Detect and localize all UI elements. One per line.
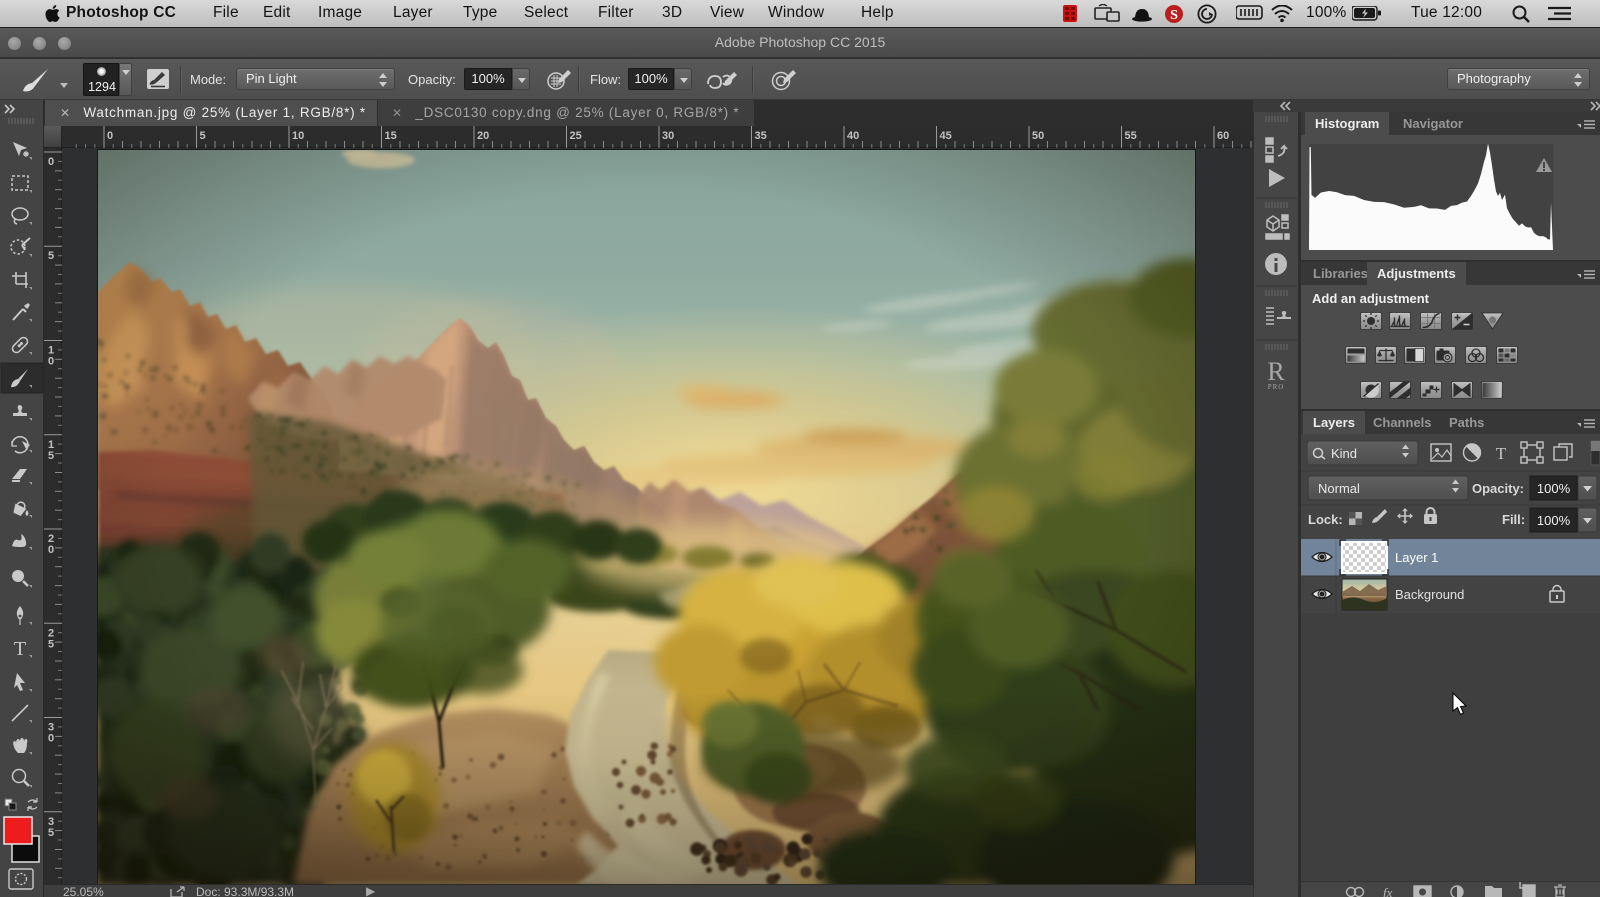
svg-text:35: 35 bbox=[755, 130, 767, 142]
svg-text:15: 15 bbox=[385, 130, 397, 142]
svg-text:55: 55 bbox=[1125, 130, 1137, 142]
svg-text:Background: Background bbox=[1395, 587, 1464, 602]
svg-text:PRO: PRO bbox=[1268, 383, 1285, 391]
svg-text:R: R bbox=[1267, 357, 1285, 386]
svg-text:0: 0 bbox=[48, 544, 54, 556]
svg-text:fx: fx bbox=[1383, 885, 1393, 897]
svg-text:25: 25 bbox=[570, 130, 582, 142]
svg-text:20: 20 bbox=[477, 130, 489, 142]
svg-text:5: 5 bbox=[48, 827, 54, 839]
svg-text:Fill:: Fill: bbox=[1502, 512, 1525, 527]
svg-text:T: T bbox=[1496, 444, 1507, 463]
svg-text:0: 0 bbox=[107, 130, 113, 142]
svg-text:5: 5 bbox=[48, 450, 54, 462]
svg-text:5: 5 bbox=[200, 130, 206, 142]
svg-text:T: T bbox=[14, 638, 26, 660]
svg-text:5: 5 bbox=[48, 250, 54, 262]
svg-text:S: S bbox=[1170, 8, 1178, 23]
svg-text:100%: 100% bbox=[1537, 481, 1571, 496]
svg-text:50: 50 bbox=[1032, 130, 1044, 142]
svg-text:0: 0 bbox=[48, 733, 54, 745]
svg-text:45: 45 bbox=[940, 130, 952, 142]
svg-text:Kind: Kind bbox=[1331, 446, 1357, 461]
svg-text:Opacity:: Opacity: bbox=[1472, 481, 1524, 496]
svg-text:Layer 1: Layer 1 bbox=[1395, 550, 1438, 565]
svg-text:30: 30 bbox=[662, 130, 674, 142]
svg-text:5: 5 bbox=[48, 638, 54, 650]
svg-text:100%: 100% bbox=[1537, 513, 1571, 528]
svg-text:10: 10 bbox=[292, 130, 304, 142]
svg-text:0: 0 bbox=[48, 156, 54, 168]
svg-text:60: 60 bbox=[1217, 130, 1229, 142]
svg-text:Normal: Normal bbox=[1318, 481, 1360, 496]
svg-text:Lock:: Lock: bbox=[1308, 512, 1343, 527]
svg-text:40: 40 bbox=[847, 130, 859, 142]
svg-text:0: 0 bbox=[48, 356, 54, 368]
